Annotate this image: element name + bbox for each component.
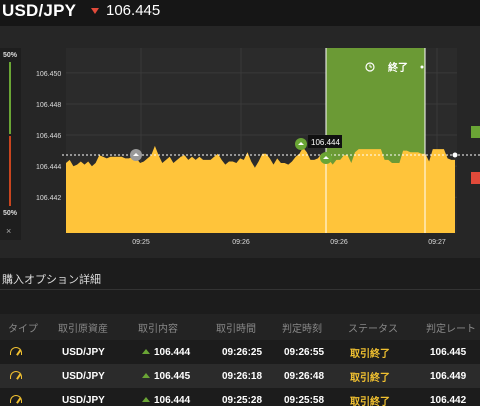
gauge-icon — [10, 346, 22, 355]
cell-asset: USD/JPY — [50, 364, 130, 388]
entry-marker-gray — [130, 149, 142, 161]
purchase-details-header: 購入オプション詳細 — [0, 264, 480, 290]
end-label: 終了 — [388, 61, 408, 74]
divider — [0, 289, 480, 290]
gauge-icon — [10, 370, 22, 379]
entry-marker-green-2 — [320, 152, 332, 164]
high-icon — [142, 396, 150, 402]
col-type: タイプ — [0, 314, 50, 340]
col-judge-time: 判定時刻 — [274, 314, 340, 340]
x-tick-label: 09:26 — [330, 239, 348, 246]
cell-trade-time: 09:26:18 — [208, 364, 274, 388]
cell-content: 106.445 — [154, 370, 191, 382]
col-status: ステータス — [340, 314, 418, 340]
trades-table: タイプ 取引原資産 取引内容 取引時間 判定時刻 ステータス 判定レート USD… — [0, 314, 480, 406]
y-tick-label: 106.446 — [36, 133, 61, 140]
table-row[interactable]: USD/JPY 106.444 09:25:28 09:25:58 取引終了 1… — [0, 388, 480, 406]
cell-content: 106.444 — [154, 394, 191, 406]
entry-marker-green — [295, 138, 307, 150]
cell-rate: 106.449 — [418, 364, 480, 388]
y-tick-label: 106.442 — [36, 195, 61, 202]
col-rate: 判定レート — [418, 314, 480, 340]
cell-trade-time: 09:25:28 — [208, 388, 274, 406]
section-title: 購入オプション詳細 — [2, 274, 101, 286]
table-row[interactable]: USD/JPY 106.445 09:26:18 09:26:48 取引終了 1… — [0, 364, 480, 388]
cell-status: 取引終了 — [340, 388, 418, 406]
cell-asset: USD/JPY — [50, 340, 130, 364]
y-tick-label: 106.444 — [36, 164, 61, 171]
y-tick-label: 106.448 — [36, 102, 61, 109]
gauge-icon — [10, 394, 22, 403]
x-tick-label: 09:25 — [132, 239, 150, 246]
end-dot — [420, 65, 424, 69]
table-header-row: タイプ 取引原資産 取引内容 取引時間 判定時刻 ステータス 判定レート — [0, 314, 480, 340]
col-content: 取引内容 — [130, 314, 208, 340]
col-asset: 取引原資産 — [50, 314, 130, 340]
price-chart[interactable]: 106.450 106.448 106.446 106.444 106.442 09:2… — [0, 0, 480, 262]
current-price-dot — [452, 152, 458, 158]
y-tick-label: 106.450 — [36, 71, 61, 78]
cell-asset: USD/JPY — [50, 388, 130, 406]
cell-judge-time: 09:26:55 — [274, 340, 340, 364]
high-button-icon — [471, 126, 480, 138]
cell-status: 取引終了 — [340, 340, 418, 364]
cell-judge-time: 09:26:48 — [274, 364, 340, 388]
col-trade-time: 取引時間 — [208, 314, 274, 340]
table-row[interactable]: USD/JPY 106.444 09:26:25 09:26:55 取引終了 1… — [0, 340, 480, 364]
x-tick-label: 09:27 — [428, 239, 446, 246]
cell-content: 106.444 — [154, 346, 191, 358]
x-tick-label: 09:26 — [232, 239, 250, 246]
cell-rate: 106.442 — [418, 388, 480, 406]
marker-label: 106.444 — [311, 138, 340, 147]
cell-status: 取引終了 — [340, 364, 418, 388]
cell-judge-time: 09:25:58 — [274, 388, 340, 406]
high-icon — [142, 372, 150, 378]
high-icon — [142, 348, 150, 354]
cell-trade-time: 09:26:25 — [208, 340, 274, 364]
low-button-icon — [471, 172, 480, 184]
cell-rate: 106.445 — [418, 340, 480, 364]
